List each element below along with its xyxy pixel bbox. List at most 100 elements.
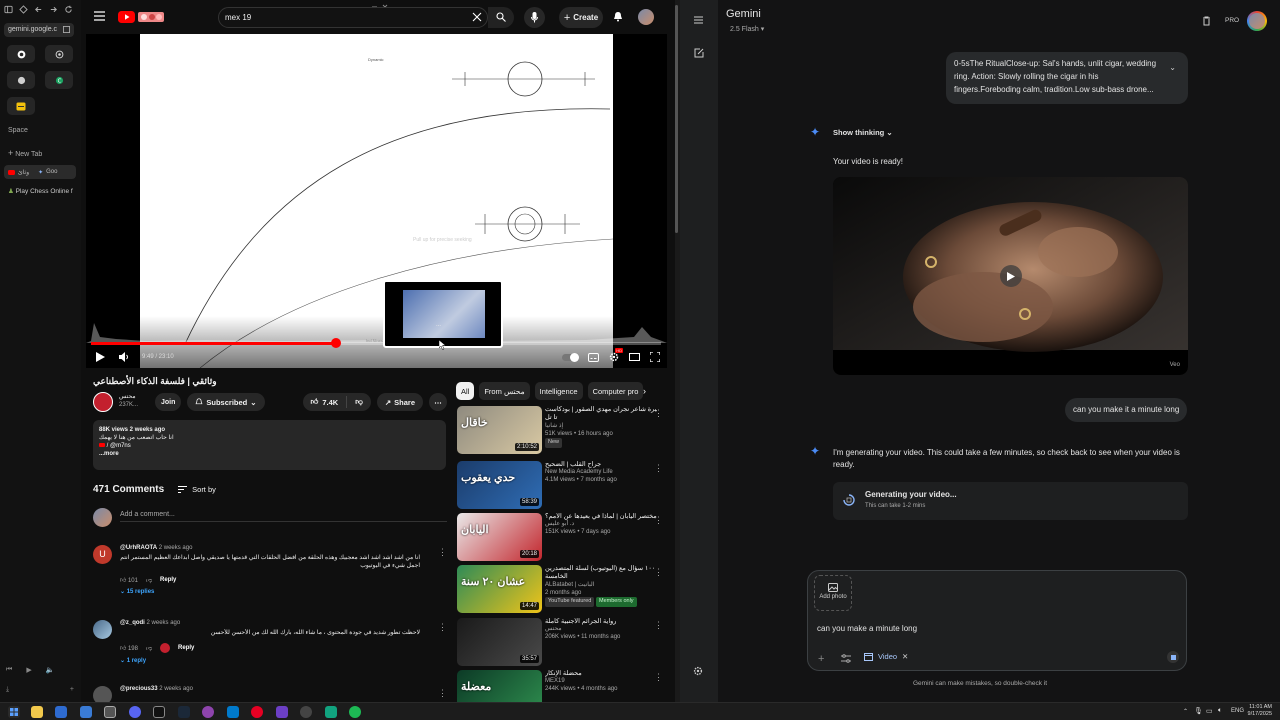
- recommendation-channel[interactable]: د. أبو عليس: [545, 521, 657, 529]
- commenter-avatar[interactable]: [93, 686, 112, 702]
- reply-button[interactable]: Reply: [178, 645, 194, 651]
- recommendation-item[interactable]: 35:57 رواية الجرائم الأجنبية كاملة محتس 206…: [457, 618, 667, 666]
- gemini-settings-icon[interactable]: [693, 666, 703, 676]
- gemini-menu-icon[interactable]: [694, 16, 703, 24]
- search-button[interactable]: [488, 7, 514, 28]
- prompt-input[interactable]: can you make a minute long: [817, 624, 917, 633]
- browser-taskbar-icon[interactable]: [104, 706, 116, 718]
- comment-dislike-button[interactable]: 👎︎: [146, 644, 152, 652]
- discord-icon[interactable]: [129, 706, 141, 718]
- app-green-icon[interactable]: [325, 706, 337, 718]
- recommendation-channel[interactable]: MEX19: [545, 678, 657, 686]
- pinned-openai[interactable]: [45, 45, 73, 63]
- forward-icon[interactable]: [49, 5, 58, 14]
- youtube-logo-icon[interactable]: [118, 10, 166, 24]
- comment-author[interactable]: @UrhRAOTA: [120, 545, 157, 551]
- recommendation-menu-icon[interactable]: ⋮: [654, 408, 663, 419]
- video-tool-chip[interactable]: Video ✕: [864, 652, 908, 661]
- recommendation-channel[interactable]: ALBatabet | البانيت: [545, 582, 657, 590]
- sidebar-toggle-icon[interactable]: [4, 5, 13, 14]
- stop-button[interactable]: [1167, 651, 1179, 663]
- chip-intelligence[interactable]: Intelligence: [534, 382, 583, 400]
- app-violet-icon[interactable]: [276, 706, 288, 718]
- windows-start-icon[interactable]: [8, 706, 20, 718]
- recommendation-item[interactable]: عشان ٢٠ سنة 14:47 ١٠٠ سؤال مع (اليوتيوب) ل…: [457, 565, 667, 613]
- comment-menu-icon[interactable]: ⋮: [438, 688, 447, 699]
- comment-like-button[interactable]: 👍︎ 198: [120, 644, 138, 652]
- like-button[interactable]: 👍︎ 7.4K: [303, 396, 348, 408]
- steam-icon[interactable]: [178, 706, 190, 718]
- description-box[interactable]: 88K views 2 weeks ago انا حاب اتصعب من ه…: [93, 420, 446, 470]
- video-thumbnail[interactable]: عشان ٢٠ سنة 14:47: [457, 565, 542, 613]
- recommendation-menu-icon[interactable]: ⋮: [654, 620, 663, 631]
- channel-name[interactable]: محتس: [119, 394, 155, 402]
- language-indicator[interactable]: ENG: [1231, 708, 1244, 714]
- recommendation-item[interactable]: حدي يعقوب 58:39 جراح القلب | الضحيح New Med…: [457, 461, 667, 509]
- show-thinking-toggle[interactable]: Show thinking ⌄: [833, 128, 893, 137]
- recommendation-title[interactable]: مسيرة شاعر نجران مهدي الصقور | بودكاست: [545, 406, 657, 414]
- recommendation-menu-icon[interactable]: ⋮: [654, 567, 663, 578]
- recommendation-title[interactable]: رواية الجرائم الأجنبية كاملة: [545, 618, 657, 626]
- tools-icon[interactable]: [841, 654, 851, 663]
- description-link[interactable]: / @m7ns: [107, 443, 131, 449]
- theater-mode-icon[interactable]: [629, 353, 640, 361]
- add-space-icon[interactable]: +: [70, 686, 74, 694]
- downloads-icon[interactable]: ⤓: [6, 686, 9, 694]
- channel-avatar[interactable]: [93, 392, 113, 412]
- chip-computer[interactable]: Computer pro: [587, 382, 644, 400]
- new-tab-button[interactable]: + New Tab: [8, 148, 42, 158]
- show-more-link[interactable]: ...more: [99, 450, 440, 458]
- tray-chevron-icon[interactable]: ⌃: [1183, 708, 1188, 715]
- comment-like-button[interactable]: 👍︎ 101: [120, 576, 138, 584]
- recommendation-item[interactable]: اليابان 20:18 مختصر اليابان | لماذا في بعي…: [457, 513, 667, 561]
- view-replies-button[interactable]: ⌄ 1 reply: [120, 657, 420, 664]
- media-app-icon[interactable]: [153, 706, 165, 718]
- gemini-avatar[interactable]: [1247, 11, 1267, 31]
- site-settings-icon[interactable]: [63, 26, 70, 33]
- clear-search-icon[interactable]: [472, 12, 482, 22]
- remove-chip-icon[interactable]: ✕: [902, 652, 908, 661]
- recommendation-title[interactable]: محضلة الإنكار: [545, 670, 657, 678]
- recommendation-item[interactable]: معضلة محضلة الإنكار MEX19 244K views • 4 mo…: [457, 670, 667, 702]
- play-icon[interactable]: [96, 352, 105, 362]
- progress-bar[interactable]: [91, 338, 661, 348]
- video-thumbnail[interactable]: 35:57: [457, 618, 542, 666]
- video-play-button[interactable]: [1000, 265, 1022, 287]
- voice-search-button[interactable]: [524, 7, 545, 28]
- recommendation-menu-icon[interactable]: ⋮: [654, 515, 663, 526]
- tab-group[interactable]: وثائ ✦ Goo: [4, 165, 76, 179]
- model-selector[interactable]: 2.5 Flash ▾: [730, 25, 764, 33]
- layers-icon[interactable]: [19, 5, 28, 14]
- pinned-github[interactable]: [7, 45, 35, 63]
- pinned-chess[interactable]: C: [45, 71, 73, 89]
- more-actions-button[interactable]: ⋯: [429, 393, 447, 411]
- delete-chat-icon[interactable]: [1202, 16, 1211, 26]
- join-button[interactable]: Join: [155, 393, 182, 411]
- comment-menu-icon[interactable]: ⋮: [438, 622, 447, 633]
- create-button[interactable]: + Create: [559, 7, 603, 28]
- tab-chess[interactable]: ♟ Play Chess Online f: [8, 187, 78, 195]
- comment-author[interactable]: @precious33: [120, 686, 158, 692]
- share-button[interactable]: ↗ Share: [376, 393, 423, 411]
- add-attachment-icon[interactable]: +: [818, 653, 824, 665]
- recommendation-item[interactable]: خاقال 2:10:52 مسيرة شاعر نجران مهدي الصقور…: [457, 406, 667, 454]
- dislike-button[interactable]: 👎︎: [347, 397, 371, 407]
- youtube-scrollbar[interactable]: [675, 5, 678, 233]
- pinned-chatgpt[interactable]: [7, 71, 35, 89]
- pinned-notes[interactable]: [7, 97, 35, 115]
- captions-icon[interactable]: [588, 352, 599, 362]
- view-replies-button[interactable]: ⌄ 15 replies: [120, 588, 420, 595]
- sort-button[interactable]: Sort by: [178, 485, 216, 494]
- add-comment-input[interactable]: Add a comment...: [120, 511, 447, 522]
- menu-icon[interactable]: [94, 11, 105, 21]
- video-thumbnail[interactable]: حدي يعقوب 58:39: [457, 461, 542, 509]
- app-purple-icon[interactable]: [202, 706, 214, 718]
- reply-button[interactable]: Reply: [160, 577, 176, 583]
- pinterest-icon[interactable]: [251, 706, 263, 718]
- expand-chevron-icon[interactable]: ⌄: [1169, 62, 1176, 75]
- commenter-avatar[interactable]: [93, 620, 112, 639]
- spotify-icon[interactable]: [349, 706, 361, 718]
- recommendation-menu-icon[interactable]: ⋮: [654, 463, 663, 474]
- recommendation-title[interactable]: جراح القلب | الضحيح: [545, 461, 657, 469]
- settings-gear-icon[interactable]: HD: [609, 348, 623, 362]
